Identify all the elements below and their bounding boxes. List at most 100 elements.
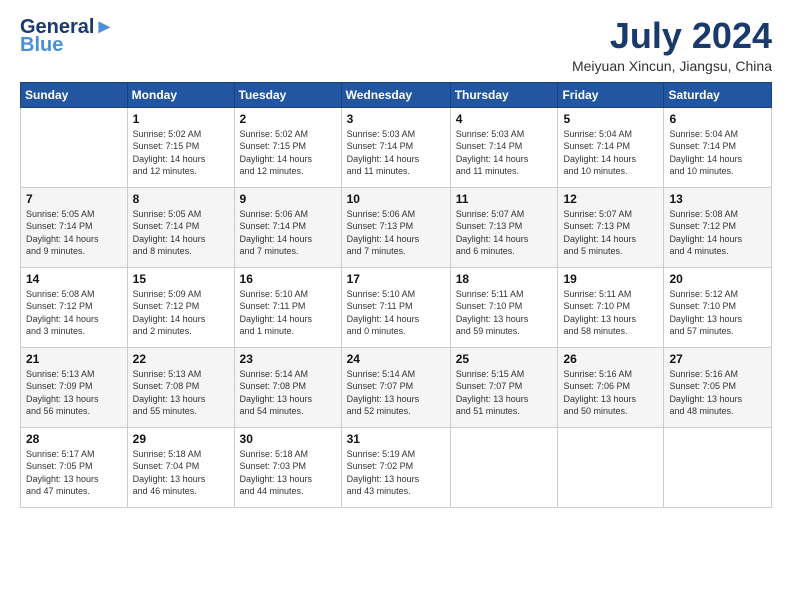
calendar-cell: 17 Sunrise: 5:10 AMSunset: 7:11 PMDayligh… <box>341 267 450 347</box>
day-number: 22 <box>133 352 229 366</box>
day-number: 2 <box>240 112 336 126</box>
calendar-header-monday: Monday <box>127 82 234 107</box>
day-info: Sunrise: 5:03 AMSunset: 7:14 PMDaylight:… <box>347 128 445 178</box>
day-info: Sunrise: 5:07 AMSunset: 7:13 PMDaylight:… <box>456 208 553 258</box>
calendar-cell: 25Sunrise: 5:15 AMSunset: 7:07 PMDayligh… <box>450 347 558 427</box>
calendar-cell: 3 Sunrise: 5:03 AMSunset: 7:14 PMDaylight… <box>341 107 450 187</box>
day-info: Sunrise: 5:19 AMSunset: 7:02 PMDaylight:… <box>347 448 445 498</box>
day-number: 23 <box>240 352 336 366</box>
day-info: Sunrise: 5:04 AMSunset: 7:14 PMDaylight:… <box>563 128 658 178</box>
calendar-cell: 5 Sunrise: 5:04 AMSunset: 7:14 PMDaylight… <box>558 107 664 187</box>
calendar-cell: 23 Sunrise: 5:14 AMSunset: 7:08 PMDayligh… <box>234 347 341 427</box>
day-number: 16 <box>240 272 336 286</box>
calendar-cell: 14 Sunrise: 5:08 AMSunset: 7:12 PMDayligh… <box>21 267 128 347</box>
calendar-cell: 12Sunrise: 5:07 AMSunset: 7:13 PMDayligh… <box>558 187 664 267</box>
day-info: Sunrise: 5:11 AMSunset: 7:10 PMDaylight:… <box>563 288 658 338</box>
calendar-week-5: 28Sunrise: 5:17 AMSunset: 7:05 PMDayligh… <box>21 427 772 507</box>
calendar-cell: 13Sunrise: 5:08 AMSunset: 7:12 PMDayligh… <box>664 187 772 267</box>
page: General► Blue July 2024 Meiyuan Xincun, … <box>0 0 792 612</box>
day-number: 14 <box>26 272 122 286</box>
day-info: Sunrise: 5:10 AMSunset: 7:11 PMDaylight:… <box>240 288 336 338</box>
calendar-cell: 10 Sunrise: 5:06 AMSunset: 7:13 PMDayligh… <box>341 187 450 267</box>
day-number: 24 <box>347 352 445 366</box>
calendar-cell: 2Sunrise: 5:02 AMSunset: 7:15 PMDaylight… <box>234 107 341 187</box>
day-info: Sunrise: 5:13 AMSunset: 7:08 PMDaylight:… <box>133 368 229 418</box>
calendar-week-3: 14 Sunrise: 5:08 AMSunset: 7:12 PMDayligh… <box>21 267 772 347</box>
day-info: Sunrise: 5:04 AMSunset: 7:14 PMDaylight:… <box>669 128 766 178</box>
calendar-cell <box>450 427 558 507</box>
day-info: Sunrise: 5:09 AMSunset: 7:12 PMDaylight:… <box>133 288 229 338</box>
day-info: Sunrise: 5:11 AMSunset: 7:10 PMDaylight:… <box>456 288 553 338</box>
calendar-cell: 19 Sunrise: 5:11 AMSunset: 7:10 PMDayligh… <box>558 267 664 347</box>
calendar-cell: 20Sunrise: 5:12 AMSunset: 7:10 PMDayligh… <box>664 267 772 347</box>
day-info: Sunrise: 5:05 AMSunset: 7:14 PMDaylight:… <box>133 208 229 258</box>
day-number: 12 <box>563 192 658 206</box>
subtitle: Meiyuan Xincun, Jiangsu, China <box>572 58 772 74</box>
day-number: 1 <box>133 112 229 126</box>
day-info: Sunrise: 5:02 AMSunset: 7:15 PMDaylight:… <box>133 128 229 178</box>
calendar-header-saturday: Saturday <box>664 82 772 107</box>
calendar-header-sunday: Sunday <box>21 82 128 107</box>
calendar-header-wednesday: Wednesday <box>341 82 450 107</box>
calendar-cell: 11 Sunrise: 5:07 AMSunset: 7:13 PMDayligh… <box>450 187 558 267</box>
day-info: Sunrise: 5:06 AMSunset: 7:13 PMDaylight:… <box>347 208 445 258</box>
day-number: 26 <box>563 352 658 366</box>
day-info: Sunrise: 5:05 AMSunset: 7:14 PMDaylight:… <box>26 208 122 258</box>
day-info: Sunrise: 5:13 AMSunset: 7:09 PMDaylight:… <box>26 368 122 418</box>
day-number: 5 <box>563 112 658 126</box>
calendar-week-1: 1 Sunrise: 5:02 AMSunset: 7:15 PMDaylight… <box>21 107 772 187</box>
calendar-cell: 4Sunrise: 5:03 AMSunset: 7:14 PMDaylight… <box>450 107 558 187</box>
calendar-cell: 27Sunrise: 5:16 AMSunset: 7:05 PMDayligh… <box>664 347 772 427</box>
day-info: Sunrise: 5:14 AMSunset: 7:07 PMDaylight:… <box>347 368 445 418</box>
calendar-cell: 7Sunrise: 5:05 AMSunset: 7:14 PMDaylight… <box>21 187 128 267</box>
calendar-cell <box>558 427 664 507</box>
day-number: 8 <box>133 192 229 206</box>
day-info: Sunrise: 5:08 AMSunset: 7:12 PMDaylight:… <box>26 288 122 338</box>
day-number: 15 <box>133 272 229 286</box>
header: General► Blue July 2024 Meiyuan Xincun, … <box>20 16 772 74</box>
calendar-week-4: 21 Sunrise: 5:13 AMSunset: 7:09 PMDayligh… <box>21 347 772 427</box>
calendar-header-thursday: Thursday <box>450 82 558 107</box>
day-number: 13 <box>669 192 766 206</box>
calendar-cell: 24 Sunrise: 5:14 AMSunset: 7:07 PMDayligh… <box>341 347 450 427</box>
day-number: 17 <box>347 272 445 286</box>
calendar-cell: 9 Sunrise: 5:06 AMSunset: 7:14 PMDaylight… <box>234 187 341 267</box>
day-info: Sunrise: 5:16 AMSunset: 7:06 PMDaylight:… <box>563 368 658 418</box>
calendar-week-2: 7Sunrise: 5:05 AMSunset: 7:14 PMDaylight… <box>21 187 772 267</box>
calendar-header-friday: Friday <box>558 82 664 107</box>
day-number: 28 <box>26 432 122 446</box>
day-info: Sunrise: 5:12 AMSunset: 7:10 PMDaylight:… <box>669 288 766 338</box>
calendar-cell: 31 Sunrise: 5:19 AMSunset: 7:02 PMDayligh… <box>341 427 450 507</box>
day-info: Sunrise: 5:18 AMSunset: 7:04 PMDaylight:… <box>133 448 229 498</box>
day-number: 27 <box>669 352 766 366</box>
calendar-cell <box>664 427 772 507</box>
calendar-cell: 15 Sunrise: 5:09 AMSunset: 7:12 PMDayligh… <box>127 267 234 347</box>
day-number: 6 <box>669 112 766 126</box>
day-number: 29 <box>133 432 229 446</box>
day-number: 3 <box>347 112 445 126</box>
calendar-header-row: SundayMondayTuesdayWednesdayThursdayFrid… <box>21 82 772 107</box>
calendar-table: SundayMondayTuesdayWednesdayThursdayFrid… <box>20 82 772 508</box>
day-number: 10 <box>347 192 445 206</box>
day-info: Sunrise: 5:14 AMSunset: 7:08 PMDaylight:… <box>240 368 336 418</box>
main-title: July 2024 <box>572 16 772 56</box>
day-number: 19 <box>563 272 658 286</box>
title-block: July 2024 Meiyuan Xincun, Jiangsu, China <box>572 16 772 74</box>
day-number: 9 <box>240 192 336 206</box>
calendar-cell <box>21 107 128 187</box>
calendar-cell: 6 Sunrise: 5:04 AMSunset: 7:14 PMDaylight… <box>664 107 772 187</box>
logo-blue: Blue <box>20 34 63 57</box>
calendar-cell: 30Sunrise: 5:18 AMSunset: 7:03 PMDayligh… <box>234 427 341 507</box>
calendar-header-tuesday: Tuesday <box>234 82 341 107</box>
calendar-cell: 22 Sunrise: 5:13 AMSunset: 7:08 PMDayligh… <box>127 347 234 427</box>
day-info: Sunrise: 5:15 AMSunset: 7:07 PMDaylight:… <box>456 368 553 418</box>
logo: General► Blue <box>20 16 114 57</box>
day-number: 31 <box>347 432 445 446</box>
calendar-cell: 16 Sunrise: 5:10 AMSunset: 7:11 PMDayligh… <box>234 267 341 347</box>
day-number: 21 <box>26 352 122 366</box>
calendar-cell: 18Sunrise: 5:11 AMSunset: 7:10 PMDayligh… <box>450 267 558 347</box>
day-number: 11 <box>456 192 553 206</box>
day-info: Sunrise: 5:10 AMSunset: 7:11 PMDaylight:… <box>347 288 445 338</box>
day-info: Sunrise: 5:06 AMSunset: 7:14 PMDaylight:… <box>240 208 336 258</box>
day-info: Sunrise: 5:03 AMSunset: 7:14 PMDaylight:… <box>456 128 553 178</box>
